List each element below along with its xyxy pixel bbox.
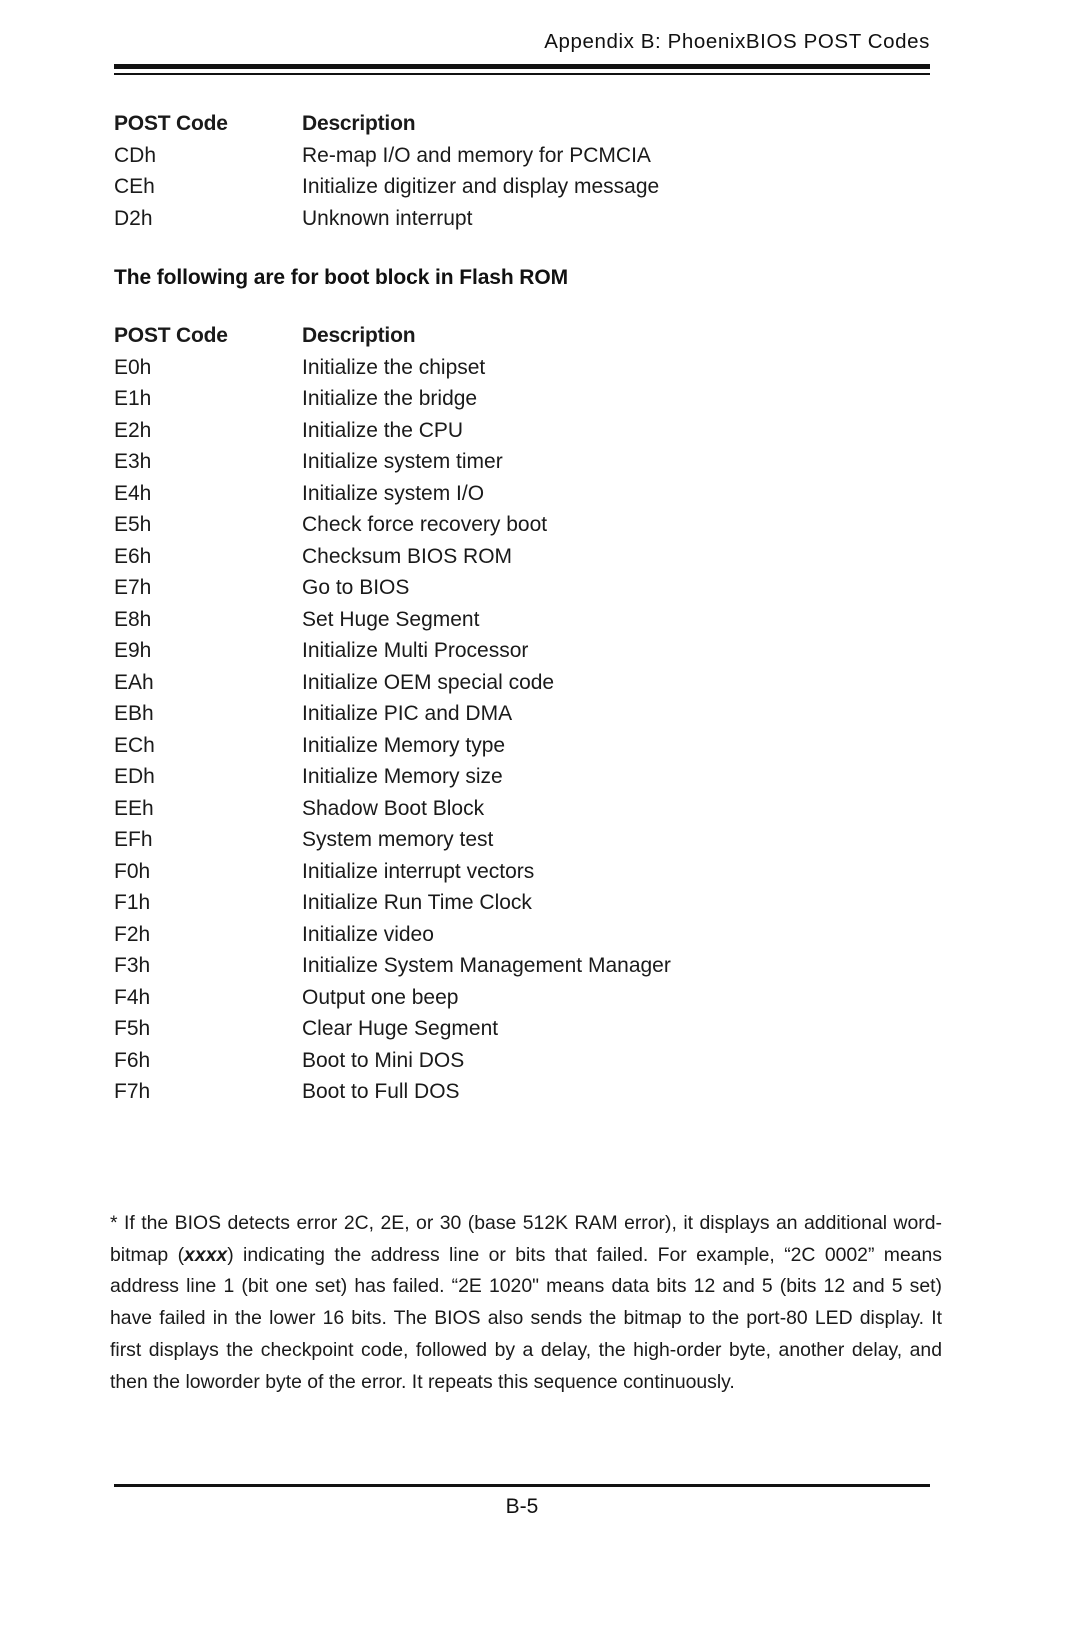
cell-description: Check force recovery boot xyxy=(302,513,548,536)
table-row: EAh Initialize OEM special code xyxy=(114,671,944,703)
cell-post-code: EAh xyxy=(114,670,154,694)
cell-description: Unknown interrupt xyxy=(302,206,473,230)
header-rule-thick xyxy=(114,64,930,69)
column-header-post-code: POST Code xyxy=(114,324,228,347)
cell-description: Initialize PIC and DMA xyxy=(302,702,513,725)
cell-description: Go to BIOS xyxy=(302,576,410,599)
cell-post-code: D2h xyxy=(114,206,153,230)
table-row: F7h Boot to Full DOS xyxy=(114,1080,944,1112)
cell-description: Initialize System Management Manager xyxy=(302,954,671,977)
column-header-description: Description xyxy=(302,112,416,135)
footer-rule xyxy=(114,1484,930,1487)
primary-table-header-row: POST Code Description xyxy=(114,112,944,144)
cell-description: Initialize the CPU xyxy=(302,418,464,442)
footnote-emphasis-xxxx: xxxx xyxy=(184,1243,228,1266)
cell-description: Initialize system I/O xyxy=(302,481,485,505)
column-header-post-code: POST Code xyxy=(114,112,228,135)
table-row: E8h Set Huge Segment xyxy=(114,608,944,640)
footnote-text-end: ) indicating the address line or bits th… xyxy=(110,1243,942,1393)
post-code-table-bootblock: POST Code Description E0h Initialize the ch… xyxy=(114,324,944,1112)
cell-post-code: F6h xyxy=(114,1048,151,1072)
cell-post-code: F4h xyxy=(114,985,151,1009)
cell-description: Initialize digitizer and display message xyxy=(302,175,660,198)
table-row: F4h Output one beep xyxy=(114,986,944,1018)
table-row: E5h Check force recovery boot xyxy=(114,513,944,545)
cell-description: Clear Huge Segment xyxy=(302,1017,499,1040)
cell-description: Initialize the bridge xyxy=(302,387,478,410)
cell-description: Boot to Full DOS xyxy=(302,1080,460,1103)
column-header-description: Description xyxy=(302,324,416,347)
table-row: EFh System memory test xyxy=(114,828,944,860)
cell-post-code: EBh xyxy=(114,702,154,725)
cell-description: Initialize video xyxy=(302,922,434,946)
table-row: EEh Shadow Boot Block xyxy=(114,797,944,829)
cell-post-code: E5h xyxy=(114,513,152,536)
cell-post-code: F3h xyxy=(114,954,151,977)
cell-post-code: E4h xyxy=(114,481,152,505)
cell-post-code: E6h xyxy=(114,544,152,568)
cell-description: System memory test xyxy=(302,828,494,851)
cell-post-code: E0h xyxy=(114,355,152,379)
table-row: E1h Initialize the bridge xyxy=(114,387,944,419)
cell-description: Initialize the chipset xyxy=(302,355,486,379)
cell-description: Boot to Mini DOS xyxy=(302,1048,465,1072)
table-row: E9h Initialize Multi Processor xyxy=(114,639,944,671)
cell-description: Initialize Memory type xyxy=(302,733,506,757)
table-row: E0h Initialize the chipset xyxy=(114,356,944,388)
table-row: CDh Re-map I/O and memory for PCMCIA xyxy=(114,144,944,176)
cell-post-code: E1h xyxy=(114,387,152,410)
table-row: F5h Clear Huge Segment xyxy=(114,1017,944,1049)
table-row: F0h Initialize interrupt vectors xyxy=(114,860,944,892)
table-row: E7h Go to BIOS xyxy=(114,576,944,608)
cell-description: Initialize OEM special code xyxy=(302,670,555,694)
table-row: F2h Initialize video xyxy=(114,923,944,955)
table-row: F6h Boot to Mini DOS xyxy=(114,1049,944,1081)
cell-post-code: EFh xyxy=(114,828,153,851)
cell-post-code: E8h xyxy=(114,607,152,631)
table-row: E2h Initialize the CPU xyxy=(114,419,944,451)
footnote-paragraph: * If the BIOS detects error 2C, 2E, or 3… xyxy=(110,1208,942,1398)
cell-post-code: ECh xyxy=(114,733,155,757)
cell-post-code: F1h xyxy=(114,891,151,914)
table-row: E3h Initialize system timer xyxy=(114,450,944,482)
table-row: ECh Initialize Memory type xyxy=(114,734,944,766)
cell-post-code: CEh xyxy=(114,175,155,198)
cell-description: Checksum BIOS ROM xyxy=(302,544,513,568)
table-row: E6h Checksum BIOS ROM xyxy=(114,545,944,577)
cell-post-code: F7h xyxy=(114,1080,151,1103)
cell-description: Output one beep xyxy=(302,985,459,1009)
cell-post-code: CDh xyxy=(114,143,157,167)
cell-description: Initialize Run Time Clock xyxy=(302,891,532,914)
cell-post-code: F2h xyxy=(114,922,151,946)
cell-description: Initialize interrupt vectors xyxy=(302,859,535,883)
table-row: E4h Initialize system I/O xyxy=(114,482,944,514)
running-header: Appendix B: PhoenixBIOS POST Codes xyxy=(544,30,930,53)
cell-description: Shadow Boot Block xyxy=(302,796,485,820)
table-row: D2h Unknown interrupt xyxy=(114,207,944,239)
cell-post-code: E9h xyxy=(114,639,152,662)
post-code-table-primary: POST Code Description CDh Re-map I/O and me… xyxy=(114,112,944,238)
header-rule-thin xyxy=(114,73,930,75)
table-row: F3h Initialize System Management Manager xyxy=(114,954,944,986)
table-row: CEh Initialize digitizer and display mess… xyxy=(114,175,944,207)
cell-post-code: F5h xyxy=(114,1017,151,1040)
document-page: Appendix B: PhoenixBIOS POST Codes POST … xyxy=(0,0,1080,1648)
cell-post-code: E7h xyxy=(114,576,152,599)
table-row: EBh Initialize PIC and DMA xyxy=(114,702,944,734)
cell-description: Initialize Memory size xyxy=(302,765,503,788)
cell-post-code: EDh xyxy=(114,765,155,788)
cell-post-code: F0h xyxy=(114,859,151,883)
page-number: B-5 xyxy=(505,1495,539,1518)
table-row: EDh Initialize Memory size xyxy=(114,765,944,797)
table-row: F1h Initialize Run Time Clock xyxy=(114,891,944,923)
cell-post-code: EEh xyxy=(114,796,154,820)
section-heading: The following are for boot block in Flas… xyxy=(114,266,569,289)
cell-description: Initialize Multi Processor xyxy=(302,639,529,662)
cell-description: Initialize system timer xyxy=(302,450,503,473)
cell-post-code: E3h xyxy=(114,450,152,473)
cell-description: Set Huge Segment xyxy=(302,607,480,631)
bootblock-table-header-row: POST Code Description xyxy=(114,324,944,356)
cell-description: Re-map I/O and memory for PCMCIA xyxy=(302,143,651,167)
cell-post-code: E2h xyxy=(114,418,152,442)
